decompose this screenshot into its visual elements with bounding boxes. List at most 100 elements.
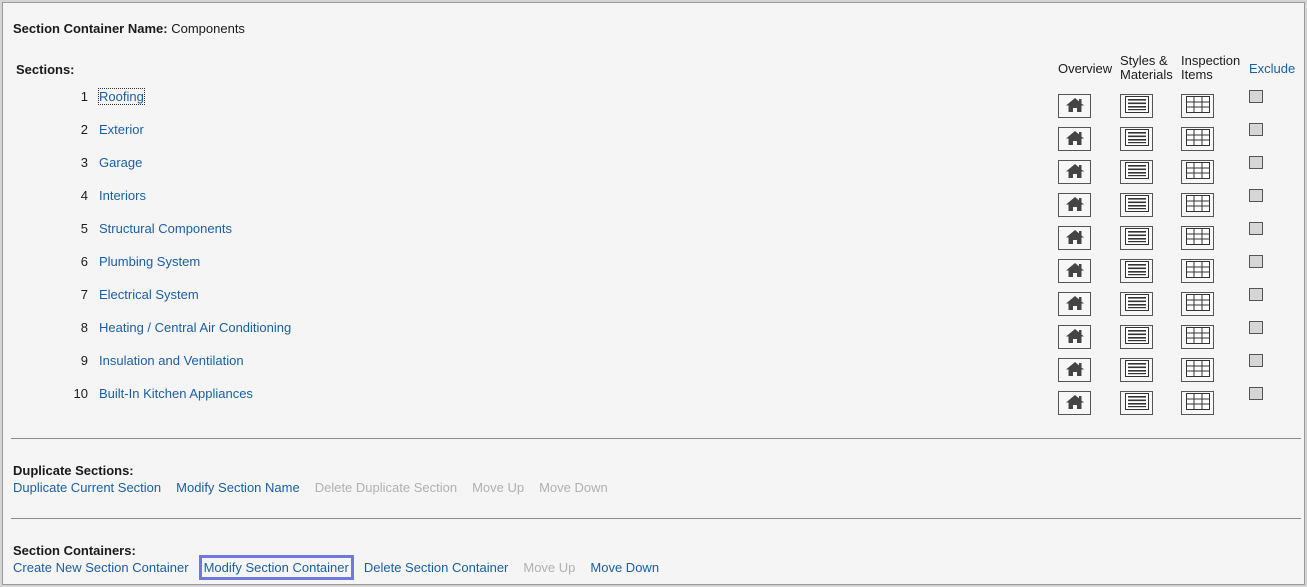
section-number: 9 bbox=[80, 353, 88, 368]
inspection-items-button[interactable] bbox=[1181, 160, 1214, 184]
overview-button[interactable] bbox=[1058, 325, 1091, 349]
section-row: 1 Roofing bbox=[3, 87, 1306, 120]
inspection-items-column-header: Inspection Items bbox=[1181, 54, 1240, 82]
styles-header-line1: Styles & bbox=[1120, 53, 1168, 68]
duplicate-sections-actions: Duplicate Current Section Modify Section … bbox=[13, 480, 623, 495]
grid-icon bbox=[1185, 96, 1210, 116]
styles-materials-button[interactable] bbox=[1120, 160, 1153, 184]
house-icon bbox=[1065, 262, 1085, 281]
section-containers-title: Section Containers: bbox=[13, 543, 136, 558]
styles-header-line2: Materials bbox=[1120, 67, 1173, 82]
exclude-checkbox[interactable] bbox=[1249, 189, 1263, 202]
section-link[interactable]: Roofing bbox=[98, 88, 145, 105]
styles-materials-button[interactable] bbox=[1120, 193, 1153, 217]
section-container-panel: Section Container Name: Components Secti… bbox=[2, 2, 1305, 585]
inspection-items-button[interactable] bbox=[1181, 259, 1214, 283]
container-name-label: Section Container Name: bbox=[13, 21, 168, 36]
section-link[interactable]: Garage bbox=[99, 155, 142, 170]
styles-materials-button[interactable] bbox=[1120, 127, 1153, 151]
overview-button[interactable] bbox=[1058, 193, 1091, 217]
inspection-items-button[interactable] bbox=[1181, 292, 1214, 316]
list-icon bbox=[1124, 327, 1149, 347]
section-link[interactable]: Built-In Kitchen Appliances bbox=[99, 386, 253, 401]
section-number: 1 bbox=[80, 89, 88, 104]
list-icon bbox=[1124, 195, 1149, 215]
grid-icon bbox=[1185, 360, 1210, 380]
styles-materials-button[interactable] bbox=[1120, 94, 1153, 118]
overview-button[interactable] bbox=[1058, 358, 1091, 382]
section-row: 4 Interiors bbox=[3, 186, 1306, 219]
list-icon bbox=[1124, 96, 1149, 116]
move-down-link[interactable]: Move Down bbox=[590, 560, 659, 575]
house-icon bbox=[1065, 97, 1085, 116]
styles-materials-button[interactable] bbox=[1120, 358, 1153, 382]
section-container-name: Section Container Name: Components bbox=[13, 21, 245, 36]
styles-materials-button[interactable] bbox=[1120, 292, 1153, 316]
exclude-checkbox[interactable] bbox=[1249, 123, 1263, 136]
exclude-checkbox[interactable] bbox=[1249, 222, 1263, 235]
styles-materials-button[interactable] bbox=[1120, 325, 1153, 349]
inspection-items-button[interactable] bbox=[1181, 193, 1214, 217]
inspection-items-button[interactable] bbox=[1181, 226, 1214, 250]
house-icon bbox=[1065, 361, 1085, 380]
grid-icon bbox=[1185, 294, 1210, 314]
section-row: 7 Electrical System bbox=[3, 285, 1306, 318]
inspection-items-button[interactable] bbox=[1181, 358, 1214, 382]
exclude-checkbox[interactable] bbox=[1249, 354, 1263, 367]
exclude-checkbox[interactable] bbox=[1249, 156, 1263, 169]
section-link[interactable]: Heating / Central Air Conditioning bbox=[99, 320, 291, 335]
move-up-link: Move Up bbox=[472, 480, 525, 495]
grid-icon bbox=[1185, 261, 1210, 281]
house-icon bbox=[1065, 229, 1085, 248]
overview-button[interactable] bbox=[1058, 94, 1091, 118]
section-link[interactable]: Interiors bbox=[99, 188, 146, 203]
create-new-section-container-link[interactable]: Create New Section Container bbox=[13, 560, 189, 575]
section-link[interactable]: Plumbing System bbox=[99, 254, 200, 269]
house-icon bbox=[1065, 130, 1085, 149]
exclude-checkbox[interactable] bbox=[1249, 288, 1263, 301]
duplicate-current-section-link[interactable]: Duplicate Current Section bbox=[13, 480, 161, 495]
list-icon bbox=[1124, 162, 1149, 182]
exclude-column-header[interactable]: Exclude bbox=[1249, 62, 1295, 76]
overview-button[interactable] bbox=[1058, 127, 1091, 151]
modify-section-name-link[interactable]: Modify Section Name bbox=[176, 480, 300, 495]
inspection-items-button[interactable] bbox=[1181, 127, 1214, 151]
divider bbox=[11, 518, 1301, 519]
overview-button[interactable] bbox=[1058, 391, 1091, 415]
overview-button[interactable] bbox=[1058, 226, 1091, 250]
exclude-checkbox[interactable] bbox=[1249, 321, 1263, 334]
divider bbox=[11, 438, 1301, 439]
grid-icon bbox=[1185, 228, 1210, 248]
inspection-items-button[interactable] bbox=[1181, 391, 1214, 415]
inspection-items-button[interactable] bbox=[1181, 94, 1214, 118]
house-icon bbox=[1065, 295, 1085, 314]
container-name-value: Components bbox=[171, 21, 245, 36]
section-row: 5 Structural Components bbox=[3, 219, 1306, 252]
styles-materials-button[interactable] bbox=[1120, 391, 1153, 415]
list-icon bbox=[1124, 228, 1149, 248]
section-number: 6 bbox=[80, 254, 88, 269]
exclude-checkbox[interactable] bbox=[1249, 90, 1263, 103]
overview-button[interactable] bbox=[1058, 160, 1091, 184]
section-number: 3 bbox=[80, 155, 88, 170]
exclude-checkbox[interactable] bbox=[1249, 387, 1263, 400]
list-icon bbox=[1124, 360, 1149, 380]
section-link[interactable]: Exterior bbox=[99, 122, 144, 137]
move-up-link: Move Up bbox=[523, 560, 576, 575]
delete-section-container-link[interactable]: Delete Section Container bbox=[364, 560, 509, 575]
section-link[interactable]: Insulation and Ventilation bbox=[99, 353, 244, 368]
overview-button[interactable] bbox=[1058, 292, 1091, 316]
exclude-checkbox[interactable] bbox=[1249, 255, 1263, 268]
section-link[interactable]: Structural Components bbox=[99, 221, 232, 236]
overview-button[interactable] bbox=[1058, 259, 1091, 283]
house-icon bbox=[1065, 328, 1085, 347]
section-number: 7 bbox=[80, 287, 88, 302]
modify-section-container-link[interactable]: Modify Section Container bbox=[198, 555, 354, 580]
section-link[interactable]: Electrical System bbox=[99, 287, 199, 302]
grid-icon bbox=[1185, 195, 1210, 215]
section-containers-actions: Create New Section Container Modify Secti… bbox=[13, 555, 674, 580]
section-row: 6 Plumbing System bbox=[3, 252, 1306, 285]
styles-materials-button[interactable] bbox=[1120, 226, 1153, 250]
styles-materials-button[interactable] bbox=[1120, 259, 1153, 283]
inspection-items-button[interactable] bbox=[1181, 325, 1214, 349]
